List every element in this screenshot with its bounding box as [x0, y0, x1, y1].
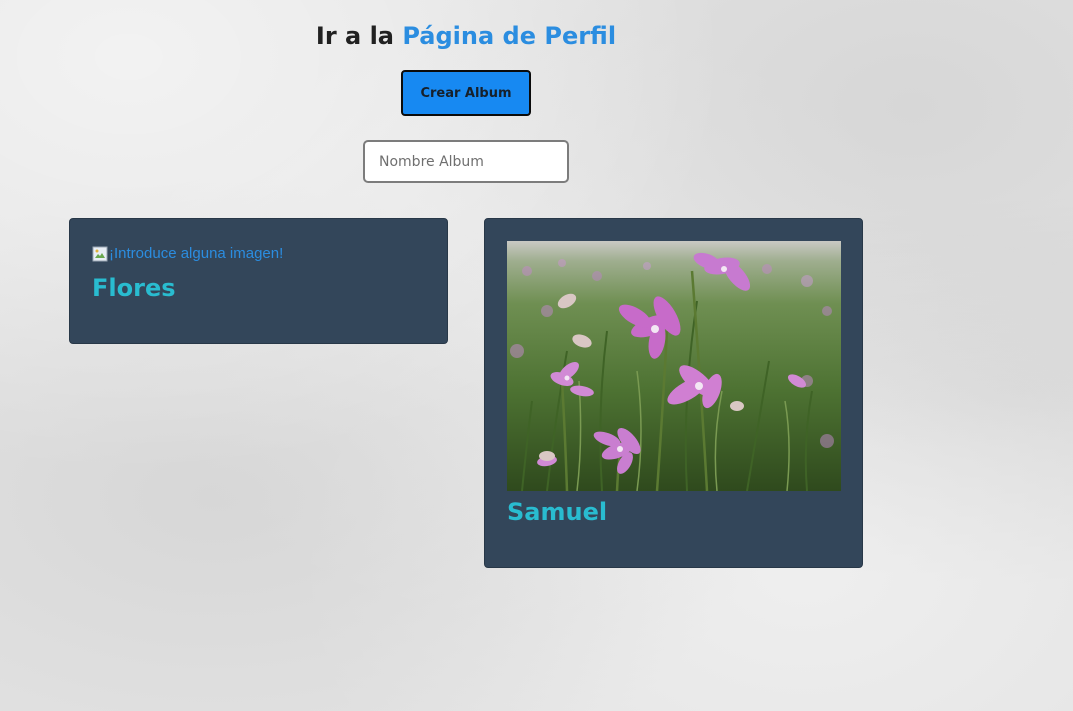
album-image-alt-text: ¡Introduce alguna imagen! [109, 245, 284, 262]
album-name-input[interactable] [363, 140, 569, 183]
create-album-button[interactable]: Crear Album [401, 70, 531, 116]
heading-prefix: Ir a la [315, 22, 394, 50]
album-card-flores[interactable]: ¡Introduce alguna imagen! Flores [69, 218, 448, 344]
album-image-broken: ¡Introduce alguna imagen! [92, 245, 283, 262]
broken-image-icon [92, 246, 108, 261]
profile-page-link[interactable]: Página de Perfil [402, 22, 616, 50]
album-title[interactable]: Flores [92, 274, 176, 302]
album-title[interactable]: Samuel [507, 498, 607, 526]
album-cover-photo[interactable] [507, 241, 841, 491]
album-card-samuel[interactable]: Samuel [484, 218, 863, 568]
page-heading: Ir a la Página de Perfil [0, 22, 932, 50]
